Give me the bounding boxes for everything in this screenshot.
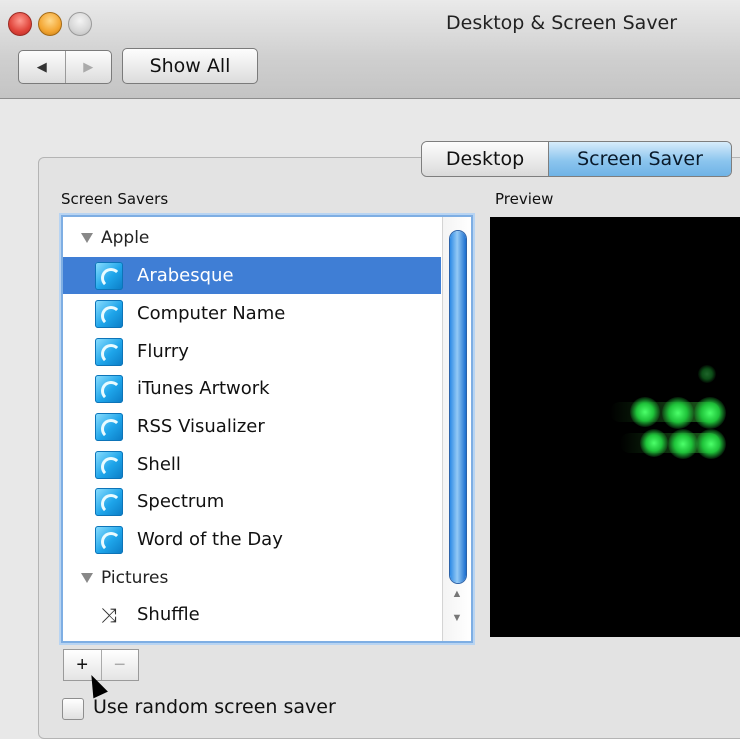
screen-saver-list[interactable]: Apple Arabesque Computer Name Flurry iTu… (61, 215, 473, 643)
list-item-label: Computer Name (137, 303, 286, 324)
vertical-scrollbar[interactable]: ▲ ▼ (442, 217, 471, 641)
screensaver-icon (95, 525, 123, 554)
group-label: Pictures (101, 567, 169, 588)
tab-bar: Desktop Screen Saver (421, 141, 732, 177)
group-label: Apple (101, 227, 150, 248)
preview-glow (662, 397, 694, 429)
disclosure-triangle-icon[interactable] (81, 232, 93, 243)
list-item-label: Shuffle (137, 604, 200, 625)
scroll-down-arrow-icon[interactable]: ▼ (443, 609, 471, 627)
screensaver-icon (95, 487, 123, 516)
list-item-shuffle[interactable]: ⤨ Shuffle (63, 596, 441, 633)
preview-glow (640, 429, 668, 457)
screensaver-icon (95, 337, 123, 366)
screen-saver-preview[interactable] (490, 217, 740, 637)
preview-glow (630, 397, 660, 427)
scrollbar-thumb[interactable] (450, 231, 466, 583)
random-screen-saver-checkbox[interactable] (62, 698, 84, 720)
screensaver-icon (95, 412, 123, 441)
list-item-itunes-artwork[interactable]: iTunes Artwork (63, 370, 441, 407)
tab-desktop[interactable]: Desktop (422, 142, 549, 176)
shuffle-icon: ⤨ (101, 602, 117, 627)
list-item-label: Shell (137, 454, 181, 475)
remove-button[interactable]: − (102, 650, 139, 680)
disclosure-triangle-icon[interactable] (81, 572, 93, 583)
close-button[interactable] (8, 12, 32, 36)
list-item-word-of-the-day[interactable]: Word of the Day (63, 521, 441, 558)
random-screen-saver-label[interactable]: Use random screen saver (93, 696, 336, 718)
screensaver-icon (95, 374, 123, 403)
preview-glow (694, 397, 726, 429)
window-toolbar: Desktop & Screen Saver ◀ ▶ Show All (0, 0, 740, 99)
list-item-flurry[interactable]: Flurry (63, 333, 441, 370)
window-title: Desktop & Screen Saver (446, 12, 678, 34)
preview-heading: Preview (495, 190, 554, 208)
list-item-computer-name[interactable]: Computer Name (63, 295, 441, 332)
scroll-up-arrow-icon[interactable]: ▲ (443, 585, 471, 603)
list-item-label: iTunes Artwork (137, 378, 270, 399)
back-forward-control: ◀ ▶ (18, 50, 112, 84)
list-item-label: Spectrum (137, 491, 225, 512)
screensaver-icon (95, 299, 123, 328)
list-item-label: Arabesque (137, 265, 234, 286)
group-pictures[interactable]: Pictures (63, 559, 441, 596)
group-apple[interactable]: Apple (63, 219, 441, 256)
list-item-shell[interactable]: Shell (63, 446, 441, 483)
minimize-button[interactable] (38, 12, 62, 36)
back-button[interactable]: ◀ (19, 51, 65, 83)
screen-savers-heading: Screen Savers (61, 190, 169, 208)
forward-button[interactable]: ▶ (66, 51, 112, 83)
list-item-label: Word of the Day (137, 529, 283, 550)
list-item-spectrum[interactable]: Spectrum (63, 483, 441, 520)
preview-glow (698, 365, 716, 383)
list-item-arabesque[interactable]: Arabesque (63, 257, 441, 294)
list-item-label: Flurry (137, 341, 189, 362)
screensaver-icon (95, 450, 123, 479)
tab-screen-saver[interactable]: Screen Saver (549, 142, 731, 176)
zoom-button[interactable] (68, 12, 92, 36)
preview-glow (696, 429, 726, 459)
preview-glow (668, 429, 698, 459)
list-item-rss-visualizer[interactable]: RSS Visualizer (63, 408, 441, 445)
list-item-label: RSS Visualizer (137, 416, 265, 437)
show-all-button[interactable]: Show All (122, 48, 258, 84)
screensaver-icon (95, 261, 123, 290)
